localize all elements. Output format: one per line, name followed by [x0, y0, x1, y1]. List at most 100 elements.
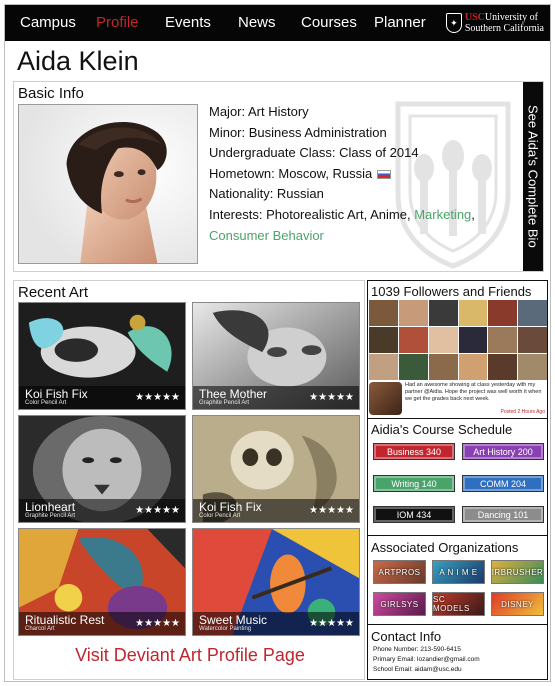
rating-stars-icon[interactable]: ★★★★★	[309, 618, 354, 629]
follower-avatar[interactable]	[518, 354, 547, 380]
art-caption: Thee Mother Graphite Pencil Art ★★★★★	[193, 386, 359, 409]
follower-avatar[interactable]	[458, 327, 488, 353]
complete-bio-label: See Aida's Complete Bio	[525, 105, 541, 248]
art-card[interactable]: Ritualistic Rest Charcol Art ★★★★★	[18, 528, 186, 636]
interests-line-2: Consumer Behavior	[209, 226, 491, 247]
nav-profile[interactable]: Profile	[96, 14, 139, 31]
follower-avatar[interactable]	[458, 354, 488, 380]
art-medium: Charcol Art	[25, 626, 55, 632]
post-author-avatar[interactable]	[369, 382, 402, 415]
contact-details: Phone Number: 213-590-6415 Primary Email…	[373, 645, 480, 675]
follower-avatar[interactable]	[398, 327, 428, 353]
follower-avatar[interactable]	[518, 300, 547, 326]
art-title: Sweet Music	[199, 613, 268, 627]
contact-primary-email[interactable]: Primary Email: lozandier@gmail.com	[373, 655, 480, 665]
art-title: Ritualistic Rest	[25, 613, 105, 627]
recent-art-panel: Recent Art Koi Fish Fix Color Pencil Art…	[13, 280, 365, 680]
course-button[interactable]: Writing 140	[373, 475, 455, 492]
org-tile[interactable]: ARTPROS	[373, 560, 426, 584]
contact-school-email[interactable]: School Email: aidam@usc.edu	[373, 665, 480, 675]
art-caption: Sweet Music Watercolor Painting ★★★★★	[193, 612, 359, 635]
follower-avatar[interactable]	[428, 300, 458, 326]
follower-avatar[interactable]	[398, 300, 428, 326]
interests-comma: ,	[471, 206, 475, 222]
org-tile[interactable]: SC MODELS	[432, 592, 485, 616]
art-medium: Graphite Pencil Art	[199, 400, 250, 406]
basic-info-details: Major: Art History Minor: Business Admin…	[209, 102, 491, 246]
org-tile[interactable]: A N I M E	[432, 560, 485, 584]
post-timestamp: Posted 2 Hours Ago	[500, 409, 545, 415]
follower-avatar[interactable]	[369, 327, 398, 353]
followers-heading: 1039 Followers and Friends	[371, 284, 532, 299]
art-card[interactable]: Koi Fish Fix Color Pencil Art ★★★★★	[18, 302, 186, 410]
deviant-art-profile-link[interactable]: Visit Deviant Art Profile Page	[14, 645, 366, 666]
minor-line: Minor: Business Administration	[209, 124, 387, 140]
course-button[interactable]: IOM 434	[373, 506, 455, 523]
art-title: Koi Fish Fix	[199, 500, 262, 514]
basic-info-heading: Basic Info	[18, 85, 84, 102]
art-card[interactable]: Sweet Music Watercolor Painting ★★★★★	[192, 528, 360, 636]
course-button[interactable]: COMM 204	[462, 475, 544, 492]
class-line: Undergraduate Class: Class of 2014	[209, 145, 419, 161]
nav-planner[interactable]: Planner	[374, 14, 426, 31]
nav-events[interactable]: Events	[165, 14, 211, 31]
art-medium: Graphite Pencil Art	[25, 513, 76, 519]
major-line: Major: Art History	[209, 104, 309, 119]
hometown-line: Hometown: Moscow, Russia	[209, 164, 491, 185]
follower-avatar[interactable]	[369, 300, 398, 326]
contact-phone: Phone Number: 213-590-6415	[373, 646, 461, 653]
org-tile[interactable]: DISNEY	[491, 592, 544, 616]
organizations-heading: Associated Organizations	[371, 540, 519, 555]
art-medium: Watercolor Painting	[199, 626, 252, 632]
russia-flag-icon	[377, 169, 392, 179]
art-card[interactable]: Thee Mother Graphite Pencil Art ★★★★★	[192, 302, 360, 410]
schedule-heading: Aidia's Course Schedule	[371, 422, 513, 437]
complete-bio-button[interactable]: See Aida's Complete Bio	[523, 82, 543, 271]
interests-line: Interests: Photorealistic Art, Anime, Ma…	[209, 205, 491, 226]
top-navigation: Campus Profile Events News Courses Plann…	[5, 5, 550, 41]
usc-line1: University of	[484, 12, 538, 23]
course-button[interactable]: Business 340	[373, 443, 455, 460]
course-button[interactable]: Dancing 101	[462, 506, 544, 523]
interest-consumer-behavior-link[interactable]: Consumer Behavior	[209, 228, 324, 243]
follower-avatar[interactable]	[518, 327, 547, 353]
nav-campus[interactable]: Campus	[20, 14, 76, 31]
interest-marketing-link[interactable]: Marketing	[414, 207, 471, 222]
usc-line2: Southern California	[464, 23, 544, 34]
nav-courses[interactable]: Courses	[301, 14, 357, 31]
org-tile[interactable]: GIRLSYS	[373, 592, 426, 616]
section-divider	[368, 418, 547, 419]
course-button[interactable]: Art History 200	[462, 443, 544, 460]
recent-art-heading: Recent Art	[18, 284, 89, 301]
rating-stars-icon[interactable]: ★★★★★	[309, 505, 354, 516]
follower-avatar[interactable]	[398, 354, 428, 380]
contact-heading: Contact Info	[371, 629, 442, 644]
post-text: Had an awesome showing at class yesterda…	[405, 382, 542, 403]
art-caption: Ritualistic Rest Charcol Art ★★★★★	[19, 612, 185, 635]
art-medium: Color Pencil Art	[25, 400, 67, 406]
follower-avatar[interactable]	[428, 354, 458, 380]
nav-news[interactable]: News	[238, 14, 276, 31]
art-card[interactable]: Koi Fish Fix Color Pencil Art ★★★★★	[192, 415, 360, 523]
rating-stars-icon[interactable]: ★★★★★	[135, 618, 180, 629]
follower-avatar[interactable]	[488, 354, 518, 380]
followers-grid	[369, 300, 547, 380]
follower-avatar[interactable]	[428, 327, 458, 353]
art-caption: Lionheart Graphite Pencil Art ★★★★★	[19, 499, 185, 522]
follower-avatar[interactable]	[488, 327, 518, 353]
rating-stars-icon[interactable]: ★★★★★	[309, 392, 354, 403]
art-title: Thee Mother	[199, 387, 268, 401]
art-caption: Koi Fish Fix Color Pencil Art ★★★★★	[19, 386, 185, 409]
interests-text: Interests: Photorealistic Art, Anime,	[209, 206, 415, 222]
rating-stars-icon[interactable]: ★★★★★	[135, 392, 180, 403]
rating-stars-icon[interactable]: ★★★★★	[135, 505, 180, 516]
follower-avatar[interactable]	[458, 300, 488, 326]
follower-avatar[interactable]	[488, 300, 518, 326]
art-card[interactable]: Lionheart Graphite Pencil Art ★★★★★	[18, 415, 186, 523]
profile-photo	[18, 104, 198, 264]
usc-logo[interactable]: ✦ USCUniversity of Southern California	[445, 10, 544, 36]
basic-info-panel: Basic Info Major: Art History Minor: Bus…	[13, 81, 544, 272]
follower-avatar[interactable]	[369, 354, 398, 380]
follower-post: Had an awesome showing at class yesterda…	[369, 382, 547, 416]
org-tile[interactable]: AIRBRUSHERS	[491, 560, 544, 584]
